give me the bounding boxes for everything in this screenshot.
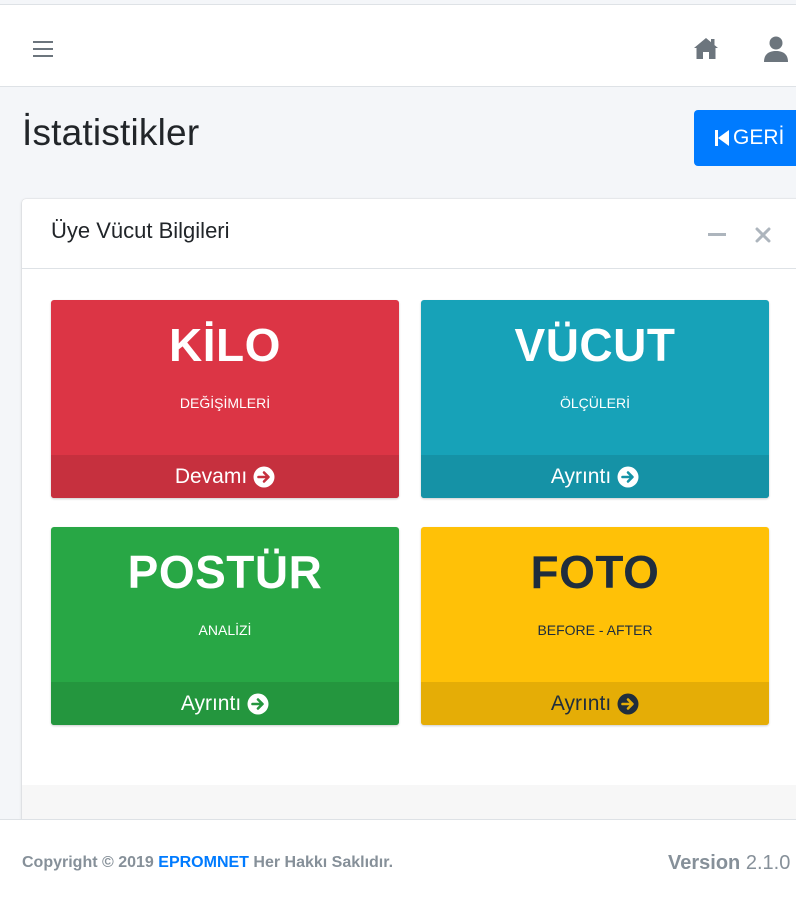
more-link-label: Ayrıntı bbox=[180, 691, 242, 715]
small-box-photo: FOTO BEFORE - AFTER Ayrıntı bbox=[421, 527, 769, 725]
body-info-card: Üye Vücut Bilgileri bbox=[22, 199, 796, 839]
copyright-text: Copyright © 2019 EPROMNET Her Hakkı Sakl… bbox=[22, 854, 393, 872]
box-subtitle: ANALİZİ bbox=[198, 622, 252, 638]
back-button[interactable]: GERİ bbox=[694, 110, 796, 166]
page-title: İstatistikler bbox=[22, 112, 200, 153]
hamburger-icon[interactable] bbox=[33, 41, 53, 57]
arrow-circle-right-icon bbox=[247, 693, 269, 714]
weight-more-link[interactable]: Devamı bbox=[51, 455, 399, 498]
page-footer: Copyright © 2019 EPROMNET Her Hakkı Sakl… bbox=[0, 819, 796, 900]
box-title: KİLO bbox=[169, 319, 281, 371]
box-title: FOTO bbox=[530, 546, 660, 598]
user-icon[interactable] bbox=[762, 35, 790, 63]
card-title: Üye Vücut Bilgileri bbox=[51, 218, 230, 243]
copyright-suffix: Her Hakkı Saklıdır. bbox=[253, 854, 394, 871]
copyright-prefix: Copyright © 2019 bbox=[22, 854, 154, 871]
small-box-body: VÜCUT ÖLÇÜLERİ Ayrıntı bbox=[421, 300, 769, 498]
top-navbar bbox=[0, 4, 796, 87]
more-link-label: Ayrıntı bbox=[550, 691, 612, 715]
more-link-label: Devamı bbox=[174, 464, 248, 488]
card-header: Üye Vücut Bilgileri bbox=[22, 199, 796, 269]
home-icon[interactable] bbox=[692, 35, 720, 61]
step-backward-icon bbox=[715, 130, 729, 146]
back-button-label: GERİ bbox=[733, 126, 785, 149]
box-subtitle: BEFORE - AFTER bbox=[537, 622, 653, 638]
box-title: VÜCUT bbox=[514, 319, 676, 371]
brand-link[interactable]: EPROMNET bbox=[158, 854, 249, 871]
arrow-circle-right-icon bbox=[253, 466, 275, 487]
more-link-label: Ayrıntı bbox=[550, 464, 612, 488]
version-info: Version 2.1.0 bbox=[668, 852, 790, 875]
version-number: 2.1.0 bbox=[745, 852, 791, 874]
version-label: Version bbox=[668, 852, 741, 874]
arrow-circle-right-icon bbox=[617, 466, 639, 487]
small-box-posture: POSTÜR ANALİZİ Ayrıntı bbox=[51, 527, 399, 725]
close-icon[interactable] bbox=[755, 227, 771, 243]
box-subtitle: ÖLÇÜLERİ bbox=[559, 395, 631, 411]
minus-icon[interactable] bbox=[708, 223, 726, 247]
body-more-link[interactable]: Ayrıntı bbox=[421, 455, 769, 498]
photo-more-link[interactable]: Ayrıntı bbox=[421, 682, 769, 725]
box-title: POSTÜR bbox=[127, 546, 323, 598]
arrow-circle-right-icon bbox=[617, 693, 639, 714]
small-box-weight: KİLO DEĞİŞİMLERİ Devamı bbox=[51, 300, 399, 498]
posture-more-link[interactable]: Ayrıntı bbox=[51, 682, 399, 725]
box-subtitle: DEĞİŞİMLERİ bbox=[179, 395, 271, 411]
